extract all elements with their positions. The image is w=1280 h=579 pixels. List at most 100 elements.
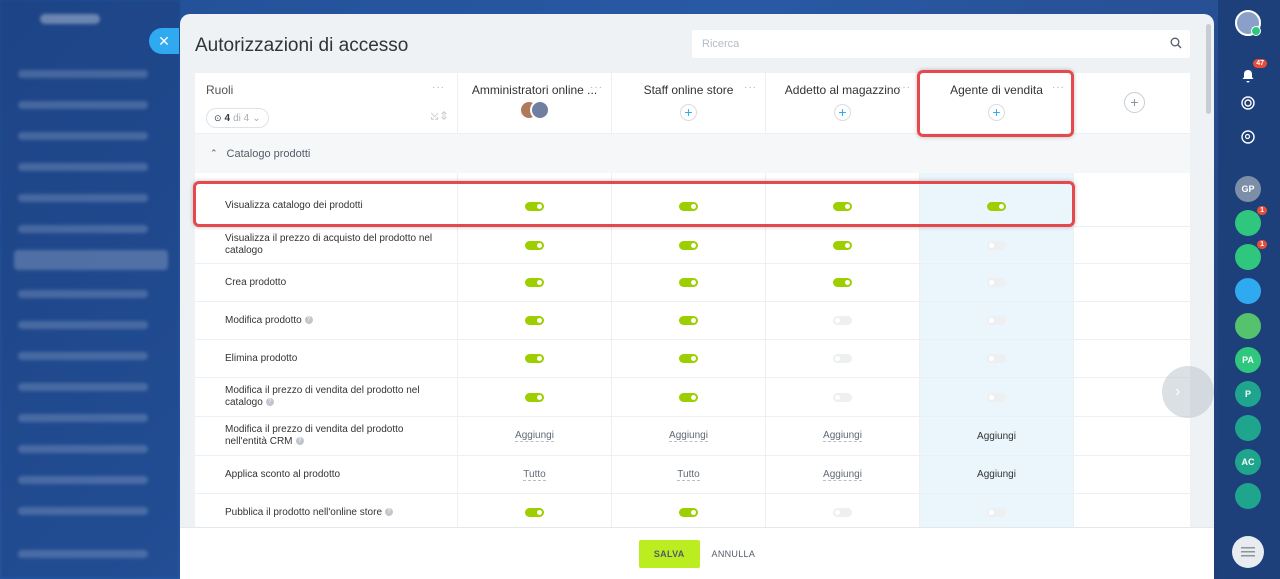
- permission-cell: [457, 227, 611, 263]
- rail-menu-button[interactable]: [1232, 536, 1264, 568]
- close-panel-button[interactable]: ✕: [149, 28, 179, 54]
- roles-more-icon[interactable]: ···: [432, 82, 445, 93]
- permission-toggle[interactable]: [679, 392, 698, 402]
- permission-toggle[interactable]: [679, 201, 698, 211]
- rail-chat-item[interactable]: GP: [1235, 176, 1261, 202]
- help-icon[interactable]: ?: [385, 507, 394, 516]
- help-icon[interactable]: ?: [265, 398, 274, 407]
- permission-label: Applica sconto al prodotto: [225, 468, 341, 480]
- rail-item-badge: 1: [1257, 240, 1267, 249]
- help-icon[interactable]: ?: [304, 315, 313, 324]
- permission-toggle[interactable]: [987, 201, 1006, 211]
- permission-toggle[interactable]: [833, 278, 852, 287]
- role-members-avatars[interactable]: [519, 100, 551, 122]
- permission-toggle[interactable]: [987, 240, 1006, 250]
- cancel-button[interactable]: ANNULLA: [712, 549, 756, 559]
- rail-chat-item[interactable]: [1235, 313, 1261, 339]
- add-member-button[interactable]: +: [834, 104, 851, 121]
- permission-toggle[interactable]: [525, 201, 544, 211]
- permission-toggle[interactable]: [679, 508, 698, 517]
- permission-cell: [919, 340, 1073, 377]
- expand-collapse-icon[interactable]: ⤩ ⇕: [431, 111, 447, 122]
- permission-cell: [765, 340, 919, 377]
- permission-cell: [765, 186, 919, 226]
- rail-chat-item[interactable]: 1: [1235, 240, 1267, 270]
- chat-search-button[interactable]: [1235, 124, 1261, 150]
- role-more-icon[interactable]: ···: [590, 82, 603, 93]
- empty-cell: [1073, 186, 1190, 226]
- permission-toggle[interactable]: [679, 316, 698, 325]
- rail-chat-item[interactable]: [1235, 483, 1261, 509]
- permission-value-selector[interactable]: Aggiungi: [515, 430, 554, 442]
- permission-toggle[interactable]: [833, 354, 852, 363]
- role-name[interactable]: Addetto al magazzino: [766, 83, 919, 97]
- permission-value-selector[interactable]: Aggiungi: [823, 469, 862, 481]
- permission-toggle[interactable]: [987, 316, 1006, 325]
- search-icon[interactable]: [1170, 37, 1182, 49]
- permission-toggle[interactable]: [833, 201, 852, 211]
- role-name[interactable]: Staff online store: [612, 83, 765, 97]
- role-name[interactable]: Agente di vendita: [920, 83, 1073, 97]
- permission-toggle[interactable]: [525, 240, 544, 250]
- notifications-button[interactable]: 47: [1235, 59, 1267, 89]
- search-input[interactable]: [692, 30, 1152, 58]
- permission-toggle[interactable]: [525, 316, 544, 325]
- rail-chat-item[interactable]: [1235, 415, 1261, 441]
- permission-toggle[interactable]: [987, 392, 1006, 402]
- permission-toggle[interactable]: [987, 278, 1006, 287]
- permission-toggle[interactable]: [525, 392, 544, 402]
- background-menu-item: [18, 132, 148, 140]
- permission-row: Visualizza il prezzo di acquisto del pro…: [195, 227, 1190, 264]
- rail-chat-item[interactable]: P: [1235, 381, 1261, 407]
- help-icon[interactable]: ?: [295, 437, 304, 446]
- empty-cell: [1073, 456, 1190, 493]
- search-box[interactable]: [692, 30, 1190, 58]
- permission-label: Pubblica il prodotto nell'online store: [225, 506, 383, 518]
- permission-value-selector[interactable]: Tutto: [523, 469, 546, 481]
- permission-toggle[interactable]: [833, 240, 852, 250]
- rail-chat-item[interactable]: PA: [1235, 347, 1261, 373]
- save-button[interactable]: SALVA: [638, 539, 700, 568]
- add-member-button[interactable]: +: [680, 104, 697, 121]
- permission-toggle[interactable]: [679, 278, 698, 287]
- role-more-icon[interactable]: ···: [898, 82, 911, 93]
- user-avatar[interactable]: [1235, 10, 1261, 36]
- permission-value-selector[interactable]: Aggiungi: [823, 430, 862, 442]
- permission-value-selector[interactable]: Tutto: [677, 469, 700, 481]
- chat-search-icon: [1241, 130, 1255, 144]
- permission-toggle[interactable]: [525, 508, 544, 517]
- permission-cell: [457, 264, 611, 301]
- permission-toggle[interactable]: [833, 392, 852, 402]
- permission-toggle[interactable]: [679, 354, 698, 363]
- background-menu-item: [18, 101, 148, 109]
- permission-value-selector[interactable]: Aggiungi: [669, 430, 708, 442]
- permission-toggle[interactable]: [525, 354, 544, 363]
- permission-toggle[interactable]: [833, 316, 852, 325]
- permission-toggle[interactable]: [987, 508, 1006, 517]
- permission-value-selector[interactable]: Aggiungi: [977, 469, 1016, 480]
- rail-chat-item[interactable]: 1: [1235, 206, 1267, 236]
- add-role-button[interactable]: +: [1124, 92, 1145, 113]
- panel-scrollbar[interactable]: [1206, 24, 1211, 114]
- role-name[interactable]: Amministratori online ...: [458, 83, 611, 97]
- permission-toggle[interactable]: [525, 278, 544, 287]
- online-status-icon: [1251, 26, 1261, 36]
- role-more-icon[interactable]: ···: [744, 82, 757, 93]
- permission-cell: [457, 340, 611, 377]
- add-member-button[interactable]: +: [988, 104, 1005, 121]
- permission-toggle[interactable]: [987, 354, 1006, 363]
- permission-toggle[interactable]: [679, 240, 698, 250]
- rail-chat-item[interactable]: [1235, 278, 1261, 304]
- scroll-right-button[interactable]: ›: [1162, 366, 1214, 418]
- permission-cell: [919, 494, 1073, 528]
- section-catalogo-prodotti[interactable]: ⌃ Catalogo prodotti: [195, 134, 1190, 173]
- permission-name: Applica sconto al prodotto: [195, 456, 457, 493]
- permission-value-selector[interactable]: Aggiungi: [977, 431, 1016, 442]
- roles-counter-pill[interactable]: ⊙ 4 di 4 ⌄: [206, 108, 269, 128]
- permissions-grid: Ruoli ··· ⊙ 4 di 4 ⌄ ⤩ ⇕ Amministratori …: [195, 73, 1190, 528]
- role-more-icon[interactable]: ···: [1052, 82, 1065, 93]
- activity-stream-button[interactable]: [1235, 90, 1261, 116]
- permission-toggle[interactable]: [833, 508, 852, 517]
- role-column-header: Amministratori online ... ···: [457, 73, 611, 133]
- rail-chat-item[interactable]: AC: [1235, 449, 1261, 475]
